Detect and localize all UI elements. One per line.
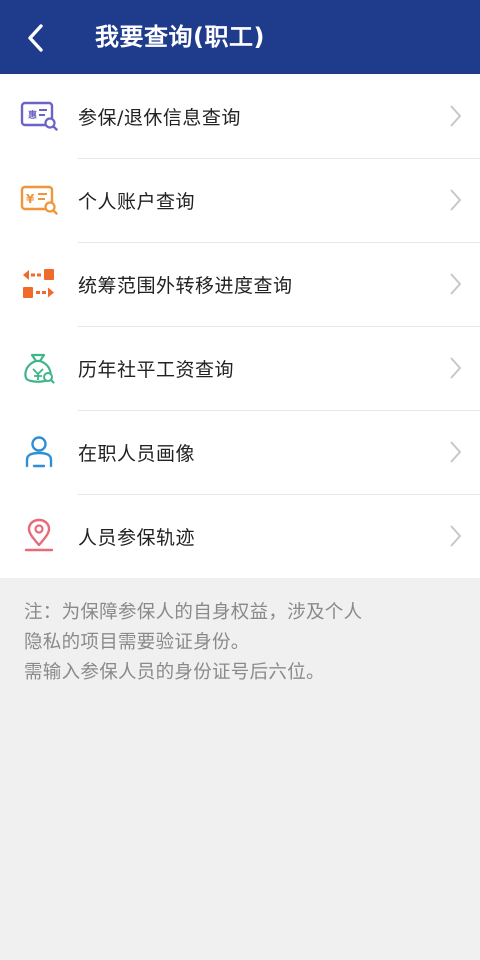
back-button[interactable] [14, 16, 58, 60]
menu-item-label: 在职人员画像 [78, 442, 196, 465]
header-bar: 我要查询(职工) [0, 0, 480, 74]
divider [78, 410, 480, 411]
menu-item-insurance-trajectory[interactable]: 人员参保轨迹 [0, 494, 480, 578]
menu-item-label: 参保/退休信息查询 [78, 106, 241, 129]
divider [78, 326, 480, 327]
note-line: 需输入参保人员的身份证号后六位。 [24, 662, 325, 683]
svg-text:惠: 惠 [28, 109, 37, 121]
privacy-note: 注：为保障参保人的自身权益，涉及个人 隐私的项目需要验证身份。 需输入参保人员的… [0, 578, 480, 688]
chevron-right-icon [450, 525, 462, 547]
divider [78, 158, 480, 159]
menu-item-personal-account[interactable]: ¥ 个人账户查询 [0, 158, 480, 242]
menu-item-label: 统筹范围外转移进度查询 [78, 274, 293, 297]
menu-item-average-wage[interactable]: 历年社平工资查询 [0, 326, 480, 410]
svg-text:¥: ¥ [26, 192, 35, 206]
chevron-right-icon [450, 357, 462, 379]
money-bag-icon [24, 353, 55, 384]
id-card-search-icon: 惠 [20, 101, 58, 131]
yuan-document-search-icon: ¥ [20, 185, 58, 215]
query-menu: 惠 参保/退休信息查询 ¥ 个人账户查询 统筹范围外转移进度查询 历年社平工资查… [0, 74, 480, 578]
location-pin-icon [24, 518, 54, 552]
chevron-left-icon [28, 24, 43, 52]
chevron-right-icon [450, 105, 462, 127]
note-line: 隐私的项目需要验证身份。 [24, 632, 250, 653]
transfer-arrows-icon [23, 269, 54, 298]
menu-item-transfer-progress[interactable]: 统筹范围外转移进度查询 [0, 242, 480, 326]
divider [78, 242, 480, 243]
menu-item-label: 个人账户查询 [78, 190, 196, 213]
divider [78, 494, 480, 495]
note-line: 注：为保障参保人的自身权益，涉及个人 [24, 602, 363, 623]
chevron-right-icon [450, 441, 462, 463]
chevron-right-icon [450, 189, 462, 211]
page-title: 我要查询(职工) [95, 23, 265, 51]
menu-item-insurance-retirement-info[interactable]: 惠 参保/退休信息查询 [0, 74, 480, 158]
person-icon [25, 436, 53, 468]
menu-item-label: 历年社平工资查询 [78, 358, 235, 381]
menu-item-label: 人员参保轨迹 [78, 526, 196, 549]
menu-item-employee-profile[interactable]: 在职人员画像 [0, 410, 480, 494]
chevron-right-icon [450, 273, 462, 295]
